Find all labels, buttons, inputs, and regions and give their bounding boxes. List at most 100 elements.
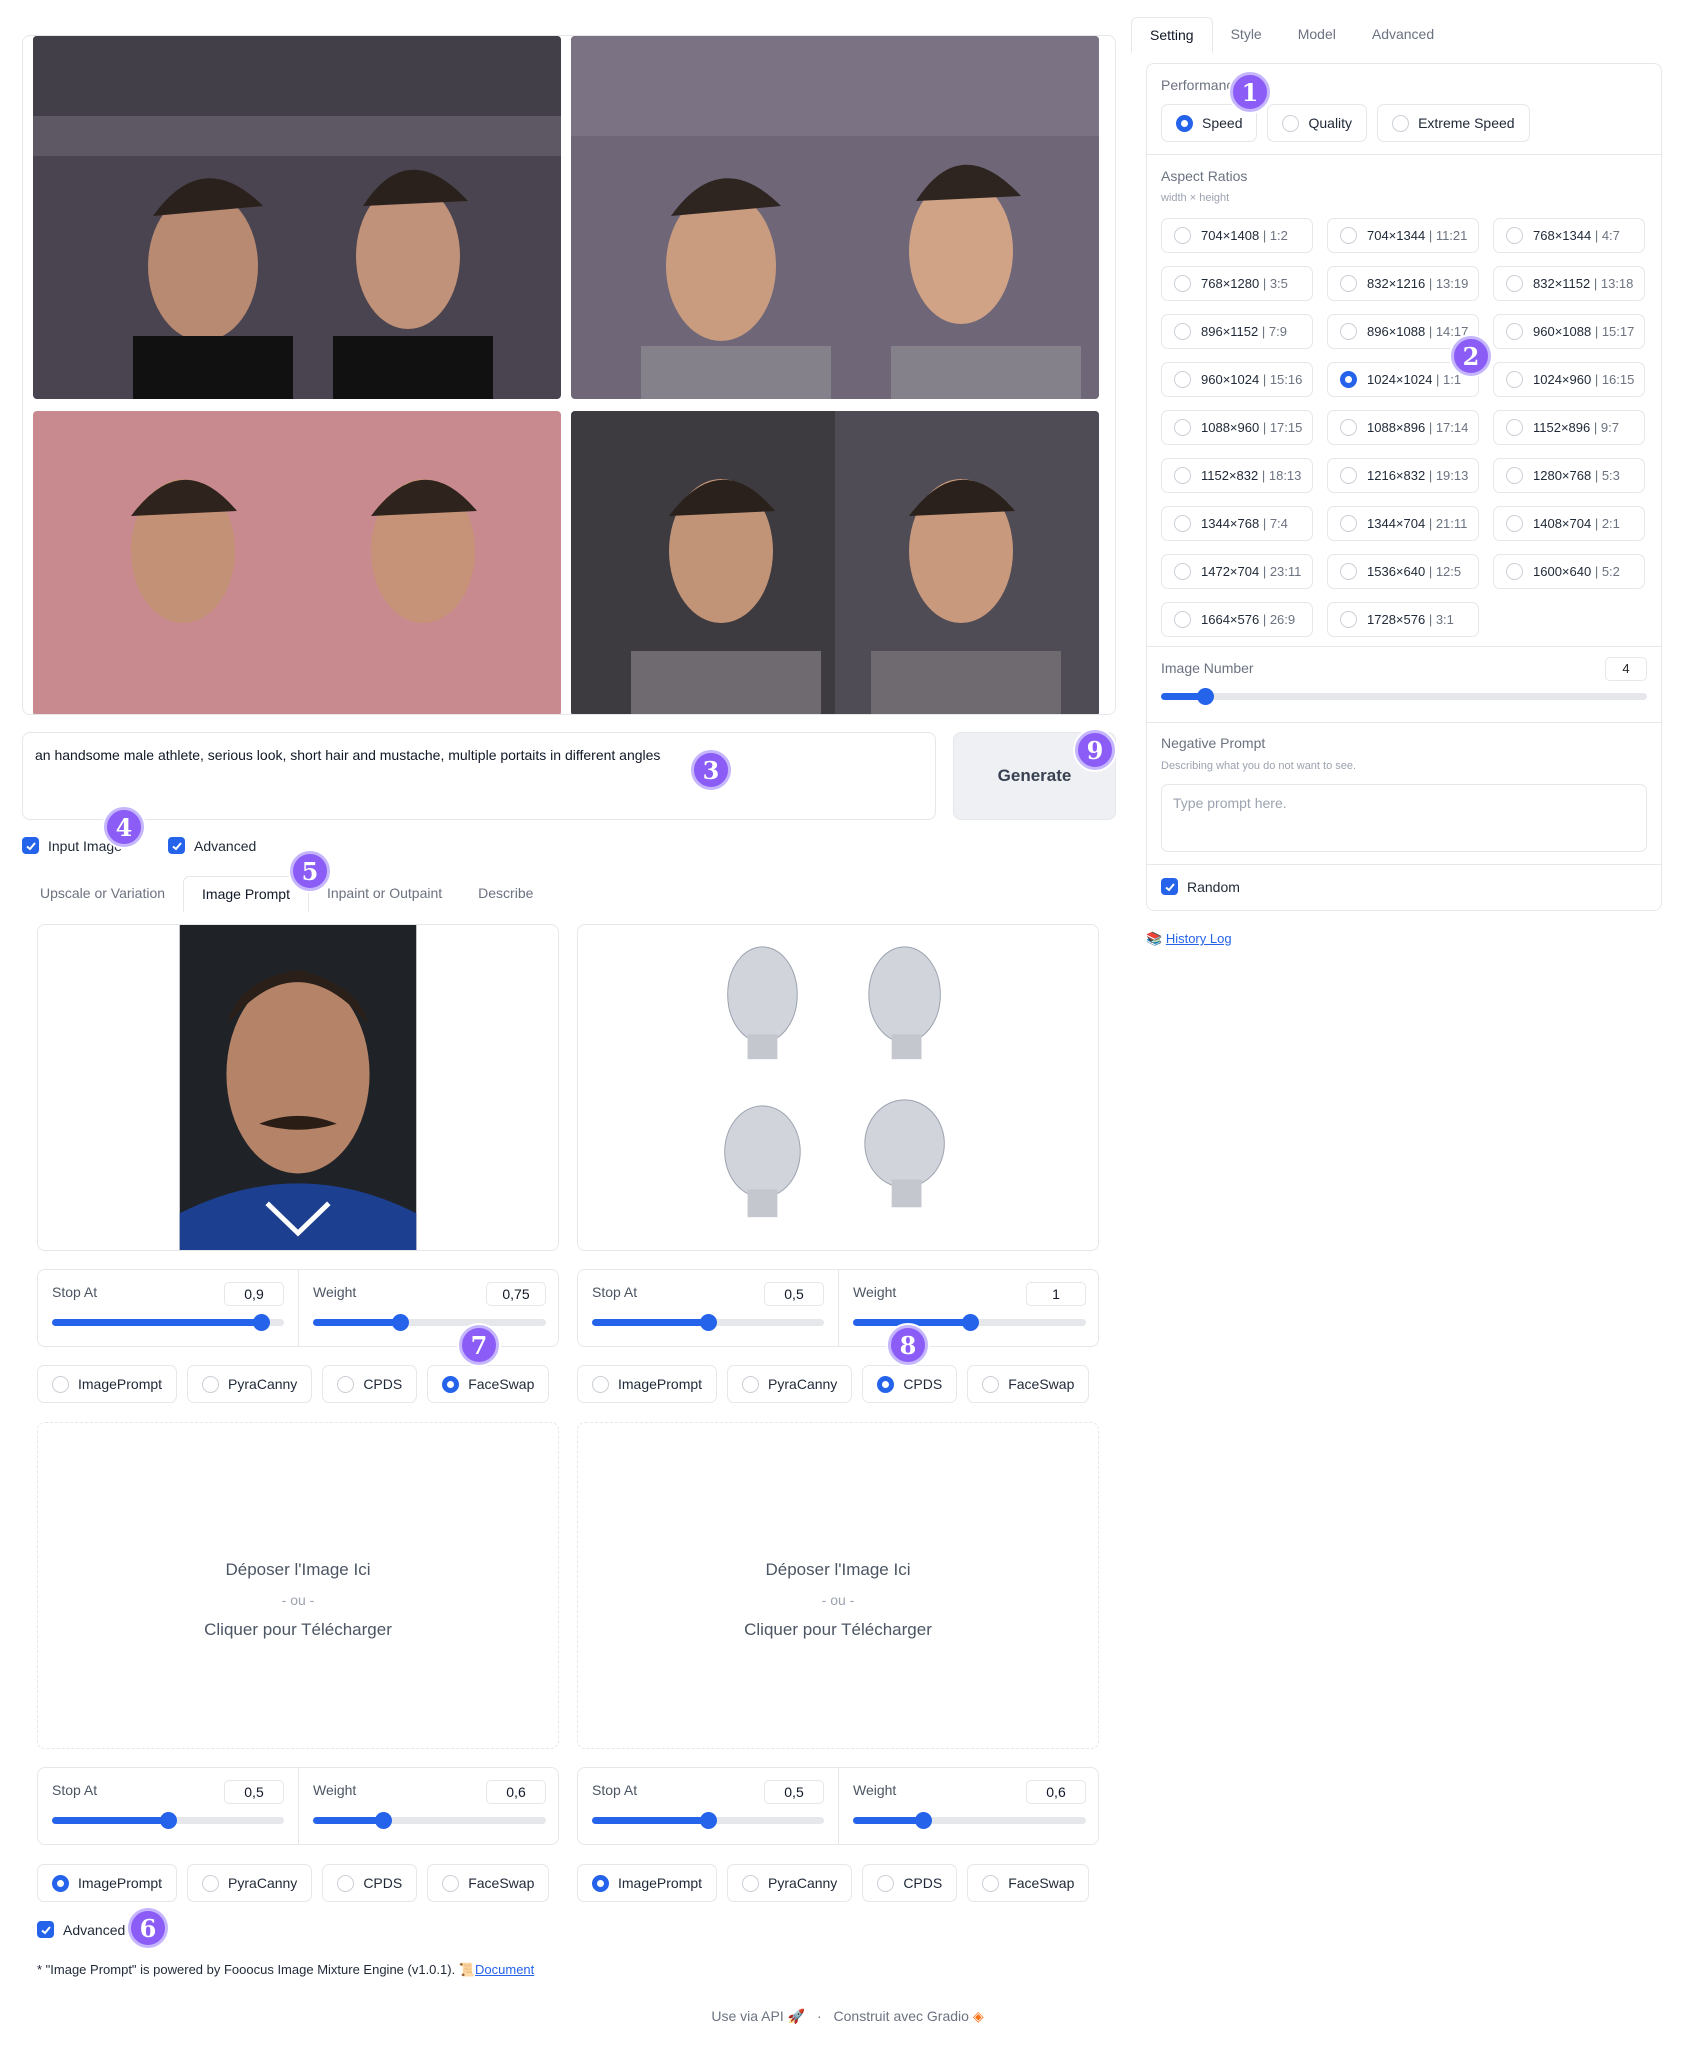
- weight-slider[interactable]: [313, 1812, 546, 1829]
- radio-cpds[interactable]: CPDS: [862, 1864, 958, 1902]
- radio-faceswap[interactable]: FaceSwap: [427, 1864, 550, 1902]
- stop-at-value[interactable]: 0,5: [764, 1282, 824, 1306]
- aspect-ratio-option[interactable]: 960×1088 | 15:17: [1493, 314, 1645, 349]
- radio-cpds[interactable]: CPDS: [322, 1864, 418, 1902]
- history-log-label[interactable]: History Log: [1166, 931, 1232, 946]
- document-link[interactable]: Document: [475, 1962, 534, 1977]
- stop-at-value[interactable]: 0,9: [224, 1282, 284, 1306]
- performance-quality[interactable]: Quality: [1267, 104, 1368, 142]
- built-with-gradio-link[interactable]: Construit avec Gradio: [834, 2008, 969, 2024]
- aspect-ratio-option[interactable]: 1088×960 | 17:15: [1161, 410, 1313, 445]
- radio-faceswap[interactable]: FaceSwap: [427, 1365, 550, 1403]
- slider-thumb[interactable]: [700, 1812, 717, 1829]
- aspect-ratio-option[interactable]: 1024×960 | 16:15: [1493, 362, 1645, 397]
- aspect-ratio-option[interactable]: 832×1216 | 13:19: [1327, 266, 1479, 301]
- radio-faceswap[interactable]: FaceSwap: [967, 1365, 1090, 1403]
- radio-pyracanny[interactable]: PyraCanny: [187, 1864, 313, 1902]
- tab-advanced[interactable]: Advanced: [1354, 17, 1452, 53]
- advanced-checkbox[interactable]: Advanced: [168, 837, 256, 854]
- result-image-1[interactable]: [33, 36, 561, 399]
- radio-imageprompt[interactable]: ImagePrompt: [577, 1365, 718, 1403]
- aspect-ratio-option[interactable]: 1728×576 | 3:1: [1327, 602, 1479, 637]
- slot-4-type-radios: ImagePrompt PyraCanny CPDS FaceSwap: [577, 1864, 1090, 1902]
- weight-slider[interactable]: [313, 1314, 546, 1331]
- slider-thumb[interactable]: [914, 1812, 932, 1829]
- radio-imageprompt[interactable]: ImagePrompt: [577, 1864, 718, 1902]
- result-image-3[interactable]: [33, 411, 561, 714]
- use-via-api-link[interactable]: Use via API: [711, 2008, 783, 2024]
- performance-extreme-speed[interactable]: Extreme Speed: [1377, 104, 1530, 142]
- stop-at-slider[interactable]: [592, 1314, 824, 1331]
- history-log-link[interactable]: 📚 History Log: [1146, 931, 1232, 947]
- tab-inpaint-or-outpaint[interactable]: Inpaint or Outpaint: [309, 876, 460, 912]
- stop-at-slider[interactable]: [52, 1812, 284, 1829]
- aspect-ratio-option[interactable]: 768×1280 | 3:5: [1161, 266, 1313, 301]
- radio-imageprompt[interactable]: ImagePrompt: [37, 1864, 178, 1902]
- aspect-ratio-option[interactable]: 704×1408 | 1:2: [1161, 218, 1313, 253]
- separator: |: [1590, 420, 1601, 435]
- radio-pyracanny[interactable]: PyraCanny: [187, 1365, 313, 1403]
- radio-unselected-icon: [1506, 563, 1523, 580]
- tab-image-prompt[interactable]: Image Prompt: [183, 876, 309, 912]
- random-checkbox[interactable]: Random: [1161, 878, 1240, 895]
- stop-at-slider[interactable]: [592, 1812, 824, 1829]
- result-image-4[interactable]: [571, 411, 1099, 714]
- radio-cpds[interactable]: CPDS: [322, 1365, 418, 1403]
- slider-thumb[interactable]: [1196, 688, 1214, 705]
- slider-thumb[interactable]: [374, 1812, 392, 1829]
- tab-upscale-or-variation[interactable]: Upscale or Variation: [22, 876, 183, 912]
- radio-faceswap[interactable]: FaceSwap: [967, 1864, 1090, 1902]
- slider-thumb[interactable]: [961, 1314, 979, 1331]
- image-prompt-slot-1[interactable]: [37, 924, 559, 1251]
- slider-thumb[interactable]: [252, 1314, 270, 1331]
- stop-at-value[interactable]: 0,5: [224, 1780, 284, 1804]
- stop-at-value[interactable]: 0,5: [764, 1780, 824, 1804]
- prompt-input[interactable]: an handsome male athlete, serious look, …: [22, 732, 936, 820]
- advanced-bottom-checkbox[interactable]: Advanced: [37, 1921, 125, 1938]
- aspect-ratio-option[interactable]: 1280×768 | 5:3: [1493, 458, 1645, 493]
- tab-style[interactable]: Style: [1213, 17, 1280, 53]
- aspect-ratio-option[interactable]: 1152×896 | 9:7: [1493, 410, 1645, 445]
- aspect-ratio-option[interactable]: 960×1024 | 15:16: [1161, 362, 1313, 397]
- aspect-ratio-option[interactable]: 704×1344 | 11:21: [1327, 218, 1479, 253]
- aspect-ratio-option[interactable]: 832×1152 | 13:18: [1493, 266, 1645, 301]
- tab-model[interactable]: Model: [1280, 17, 1354, 53]
- weight-value[interactable]: 0,75: [486, 1282, 546, 1306]
- aspect-ratio-option[interactable]: 1664×576 | 26:9: [1161, 602, 1313, 637]
- radio-pyracanny[interactable]: PyraCanny: [727, 1864, 853, 1902]
- slider-thumb[interactable]: [392, 1314, 410, 1331]
- weight-value[interactable]: 1: [1026, 1282, 1086, 1306]
- aspect-ratio-option[interactable]: 1088×896 | 17:14: [1327, 410, 1479, 445]
- radio-imageprompt[interactable]: ImagePrompt: [37, 1365, 178, 1403]
- aspect-ratio-option[interactable]: 896×1152 | 7:9: [1161, 314, 1313, 349]
- radio-cpds[interactable]: CPDS: [862, 1365, 958, 1403]
- weight-slider[interactable]: [853, 1314, 1086, 1331]
- aspect-ratio-option[interactable]: 1216×832 | 19:13: [1327, 458, 1479, 493]
- weight-slider[interactable]: [853, 1812, 1086, 1829]
- stop-at-slider[interactable]: [52, 1314, 284, 1331]
- weight-value[interactable]: 0,6: [1026, 1780, 1086, 1804]
- weight-value[interactable]: 0,6: [486, 1780, 546, 1804]
- negative-prompt-input[interactable]: Type prompt here.: [1161, 784, 1647, 852]
- result-image-2[interactable]: [571, 36, 1099, 399]
- image-drop-zone-3[interactable]: Déposer l'Image Ici - ou - Cliquer pour …: [37, 1422, 559, 1749]
- tab-describe[interactable]: Describe: [460, 876, 551, 912]
- image-drop-zone-4[interactable]: Déposer l'Image Ici - ou - Cliquer pour …: [577, 1422, 1099, 1749]
- slider-thumb[interactable]: [700, 1314, 717, 1331]
- aspect-ratio-option[interactable]: 1536×640 | 12:5: [1327, 554, 1479, 589]
- aspect-ratio-option[interactable]: 1344×768 | 7:4: [1161, 506, 1313, 541]
- aspect-ratio-option[interactable]: 1408×704 | 2:1: [1493, 506, 1645, 541]
- aspect-ratio-option[interactable]: 1472×704 | 23:11: [1161, 554, 1313, 589]
- slider-thumb[interactable]: [160, 1812, 177, 1829]
- aspect-ratio-option[interactable]: 1344×704 | 21:11: [1327, 506, 1479, 541]
- aspect-ratio-option[interactable]: 768×1344 | 4:7: [1493, 218, 1645, 253]
- aspect-ratio-option[interactable]: 1600×640 | 5:2: [1493, 554, 1645, 589]
- image-number-value[interactable]: 4: [1605, 657, 1647, 681]
- aspect-ratio-option[interactable]: 1152×832 | 18:13: [1161, 458, 1313, 493]
- radio-pyracanny[interactable]: PyraCanny: [727, 1365, 853, 1403]
- image-number-slider[interactable]: [1161, 688, 1647, 705]
- input-image-checkbox[interactable]: Input Image: [22, 837, 122, 854]
- radio-label: Extreme Speed: [1418, 115, 1515, 131]
- tab-setting[interactable]: Setting: [1131, 17, 1213, 53]
- image-prompt-slot-2[interactable]: [577, 924, 1099, 1251]
